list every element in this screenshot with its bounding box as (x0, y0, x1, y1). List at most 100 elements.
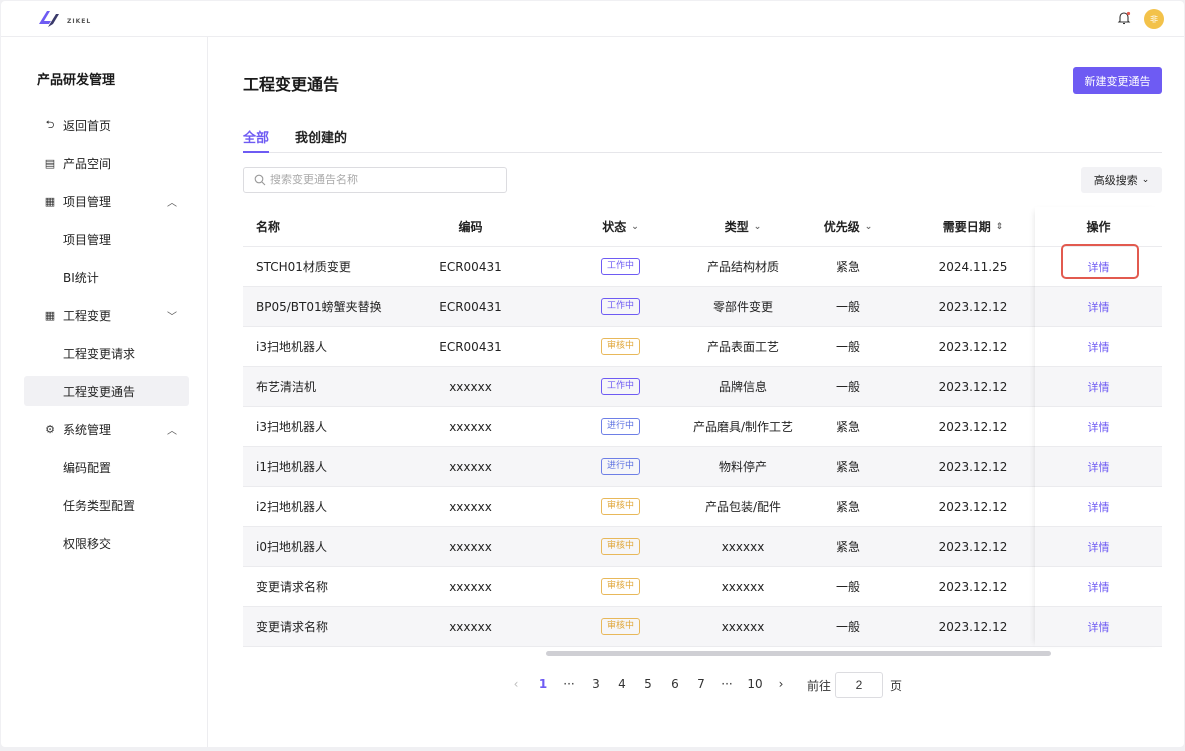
app-window: ZIKEL 非 产品研发管理 ⮌ 返回首页 ▤ 产品空间 ▦ 项目管理 ︿ 项目… (1, 1, 1184, 747)
page-title: 工程变更通告 (243, 75, 340, 94)
sidebar-item-task-type-config[interactable]: 任务类型配置 (24, 490, 189, 520)
page-4[interactable]: 4 (615, 677, 629, 695)
avatar[interactable]: 非 (1144, 9, 1164, 29)
page-1[interactable]: 1 (536, 677, 550, 695)
sidebar-item-product-space[interactable]: ▤ 产品空间 (24, 148, 189, 178)
horizontal-scrollbar[interactable] (546, 651, 1051, 656)
cell-date: 2023.12.12 (938, 499, 1008, 514)
logo-text: ZIKEL (67, 17, 92, 25)
cell-code: xxxxxx (449, 499, 492, 514)
prev-page-button[interactable]: ‹ (509, 677, 523, 695)
cell-priority: 一般 (835, 580, 860, 594)
list-icon: ▤ (44, 156, 56, 170)
tab-bar: 全部 我创建的 (243, 125, 1162, 153)
cell-priority: 紧急 (835, 540, 860, 554)
grid-icon: ▦ (44, 194, 56, 208)
table-row[interactable]: BP05/BT01螃蟹夹替换 ECR00431 工作中 零部件变更 一般 2023.12.… (243, 287, 1162, 327)
cell-priority: 一般 (835, 380, 860, 394)
sidebar-item-label: 编码配置 (63, 460, 112, 475)
table-row[interactable]: 变更请求名称 xxxxxx 审核中 xxxxxx 一般 2023.12.12 详情 (243, 607, 1162, 647)
sidebar-item-system-mgmt[interactable]: ⚙ 系统管理 ︿ (24, 414, 189, 444)
sidebar-title: 产品研发管理 (37, 73, 116, 88)
cell-priority: 紧急 (835, 420, 860, 434)
sidebar-item-home[interactable]: ⮌ 返回首页 (24, 110, 189, 140)
tab-my-created[interactable]: 我创建的 (295, 127, 347, 146)
tab-all[interactable]: 全部 (243, 127, 269, 146)
status-badge: 审核中 (600, 578, 640, 595)
status-badge: 审核中 (600, 538, 640, 555)
page-ellipsis[interactable]: ··· (562, 677, 576, 695)
sidebar-item-project-mgmt[interactable]: ▦ 项目管理 ︿ (24, 186, 189, 216)
sidebar-item-label: BI统计 (63, 270, 99, 285)
sidebar-item-eng-change[interactable]: ▦ 工程变更 ﹀ (24, 300, 189, 330)
status-badge: 审核中 (600, 338, 640, 355)
cell-name: 布艺清洁机 (256, 380, 317, 394)
sidebar-item-label: 工程变更通告 (63, 384, 136, 399)
sidebar-item-label: 任务类型配置 (63, 498, 136, 513)
goto-page-input[interactable] (835, 672, 883, 698)
cell-priority: 紧急 (835, 260, 860, 274)
cell-name: STCH01材质变更 (256, 260, 351, 274)
table-row[interactable]: 变更请求名称 xxxxxx 审核中 xxxxxx 一般 2023.12.12 详情 (243, 567, 1162, 607)
new-notice-button[interactable]: 新建变更通告 (1073, 67, 1162, 94)
col-header-type-label: 类型 (724, 220, 749, 234)
gear-icon: ⚙ (45, 422, 55, 436)
sidebar-item-label: 工程变更请求 (63, 346, 136, 361)
sidebar-item-permission-transfer[interactable]: 权限移交 (24, 528, 189, 558)
cell-date: 2024.11.25 (938, 259, 1008, 274)
sidebar-item-label: 系统管理 (63, 422, 112, 437)
bell-icon[interactable] (1116, 10, 1132, 26)
cell-priority: 一般 (835, 340, 860, 354)
col-header-date[interactable]: 需要日期 ⇕ (908, 207, 1038, 246)
col-header-name: 名称 (256, 220, 281, 234)
page-7[interactable]: 7 (694, 677, 708, 695)
page-ellipsis[interactable]: ··· (720, 677, 734, 695)
search-input[interactable] (270, 174, 490, 186)
sidebar-item-bi[interactable]: BI统计 (24, 262, 189, 292)
page-6[interactable]: 6 (668, 677, 682, 695)
cell-date: 2023.12.12 (938, 619, 1008, 634)
cell-name: 变更请求名称 (256, 620, 329, 634)
next-page-button[interactable]: › (774, 677, 788, 695)
chevron-up-icon: ︿ (167, 426, 177, 437)
table-header: 名称 编码 状态 ⌄ 类型 ⌄ 优先级 ⌄ 需要日期 ⇕ 操作 (243, 207, 1162, 247)
cell-date: 2023.12.12 (938, 299, 1008, 314)
status-badge: 审核中 (600, 498, 640, 515)
table-row[interactable]: i1扫地机器人 xxxxxx 进行中 物料停产 紧急 2023.12.12 详情 (243, 447, 1162, 487)
status-badge: 工作中 (600, 298, 640, 315)
page-5[interactable]: 5 (641, 677, 655, 695)
sidebar-item-project-mgmt-sub[interactable]: 项目管理 (24, 224, 189, 254)
table-row[interactable]: i2扫地机器人 xxxxxx 审核中 产品包装/配件 紧急 2023.12.12 详情 (243, 487, 1162, 527)
table-row[interactable]: i0扫地机器人 xxxxxx 审核中 xxxxxx 紧急 2023.12.12 详情 (243, 527, 1162, 567)
col-header-status-label: 状态 (602, 220, 627, 234)
logo[interactable]: ZIKEL (37, 8, 91, 30)
cell-name: i3扫地机器人 (256, 340, 327, 354)
cell-name: i3扫地机器人 (256, 420, 327, 434)
search-box[interactable] (243, 167, 507, 193)
sidebar: 产品研发管理 ⮌ 返回首页 ▤ 产品空间 ▦ 项目管理 ︿ 项目管理 BI统计 … (1, 37, 208, 747)
highlight-box (1061, 244, 1139, 279)
table-row[interactable]: i3扫地机器人 ECR00431 审核中 产品表面工艺 一般 2023.12.12 详情 (243, 327, 1162, 367)
sidebar-item-change-request[interactable]: 工程变更请求 (24, 338, 189, 368)
table-row[interactable]: i3扫地机器人 xxxxxx 进行中 产品磨具/制作工艺 紧急 2023.12.12 详情 (243, 407, 1162, 447)
cell-date: 2023.12.12 (938, 379, 1008, 394)
cell-priority: 一般 (835, 300, 860, 314)
sidebar-item-change-notice[interactable]: 工程变更通告 (24, 376, 189, 406)
cell-date: 2023.12.12 (938, 419, 1008, 434)
page-10[interactable]: 10 (746, 677, 764, 695)
sidebar-item-label: 工程变更 (63, 308, 112, 323)
page-3[interactable]: 3 (589, 677, 603, 695)
sidebar-item-label: 项目管理 (63, 232, 112, 247)
cell-date: 2023.12.12 (938, 579, 1008, 594)
cell-priority: 一般 (835, 620, 860, 634)
col-header-date-label: 需要日期 (942, 220, 991, 234)
cell-date: 2023.12.12 (938, 459, 1008, 474)
cell-date: 2023.12.12 (938, 539, 1008, 554)
table-row[interactable]: STCH01材质变更 ECR00431 工作中 产品结构材质 紧急 2024.11.25 详… (243, 247, 1162, 287)
cell-priority: 紧急 (835, 460, 860, 474)
sidebar-item-code-config[interactable]: 编码配置 (24, 452, 189, 482)
status-badge: 进行中 (600, 458, 640, 475)
advanced-search-button[interactable]: 高级搜索 ⌄ (1081, 167, 1162, 193)
table-row[interactable]: 布艺清洁机 xxxxxx 工作中 品牌信息 一般 2023.12.12 详情 (243, 367, 1162, 407)
col-header-priority[interactable]: 优先级 ⌄ (798, 207, 898, 246)
